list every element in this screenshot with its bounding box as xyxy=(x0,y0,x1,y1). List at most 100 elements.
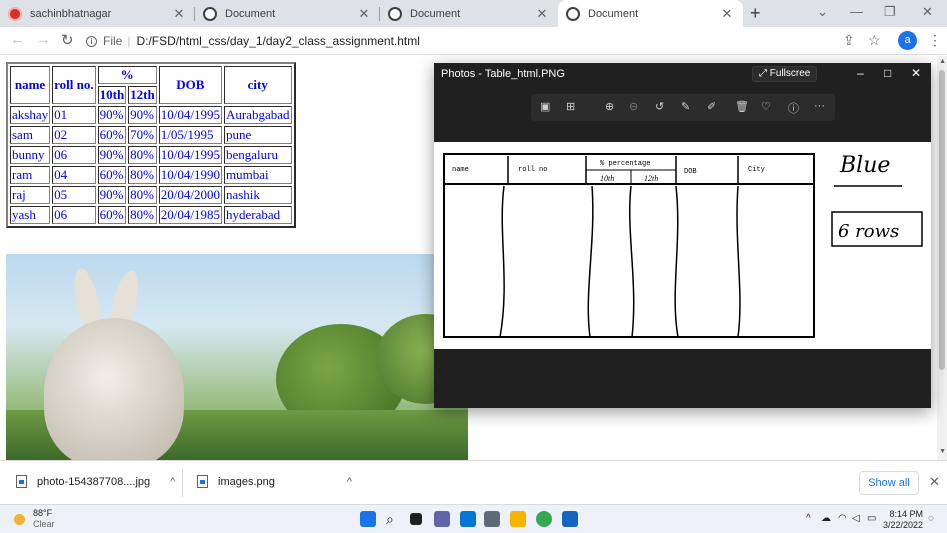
zoom-out-icon[interactable]: ⊖ xyxy=(629,100,638,113)
photos-app-icon[interactable] xyxy=(562,511,578,527)
zoom-in-icon[interactable]: ⊕ xyxy=(605,100,614,113)
scroll-up-icon[interactable]: ▲ xyxy=(939,58,946,65)
restore-icon[interactable]: ❐ xyxy=(884,4,896,20)
chrome-icon[interactable] xyxy=(536,511,552,527)
cell-name: bunny xyxy=(10,146,51,164)
table-row: yash 06 60% 80% 20/04/1985 hyderabad xyxy=(10,206,292,224)
cell-12th: 80% xyxy=(128,186,157,204)
close-icon[interactable]: ✕ xyxy=(356,6,372,22)
compare-icon[interactable]: ⊞ xyxy=(566,100,575,113)
cell-name: akshay xyxy=(10,106,51,124)
weather-moon-icon[interactable] xyxy=(14,514,25,525)
tab-document-2[interactable]: Document ✕ xyxy=(380,0,558,27)
cell-10th: 90% xyxy=(97,186,127,204)
tab-title: Document xyxy=(588,7,639,20)
address-bar[interactable]: i File | D:/FSD/html_css/day_1/day2_clas… xyxy=(86,30,886,52)
tab-search-icon[interactable]: ⌄ xyxy=(817,4,828,20)
cloud-icon[interactable]: ☁ xyxy=(821,513,831,524)
windows-taskbar: 88°F Clear ⌕ ^ ☁ ◠ ◁ ▭ 8:14 PM 3/22/2022… xyxy=(0,504,947,533)
header-12th: 12th xyxy=(128,86,157,104)
scrollbar-thumb[interactable] xyxy=(939,70,945,370)
globe-icon xyxy=(203,6,217,21)
tab-document-active[interactable]: Document ✕ xyxy=(558,0,743,27)
page-scrollbar[interactable]: ▲ ▼ xyxy=(937,56,947,460)
chat-icon[interactable] xyxy=(434,511,450,527)
weather-temperature[interactable]: 88°F xyxy=(33,508,52,518)
bookmark-star-icon[interactable]: ☆ xyxy=(868,32,881,49)
tab-title: Document xyxy=(410,7,461,20)
close-icon[interactable]: ✕ xyxy=(929,474,940,490)
download-item[interactable]: images.png ^ xyxy=(197,475,352,488)
wifi-icon[interactable]: ◠ xyxy=(838,513,847,524)
profile-avatar[interactable]: a xyxy=(898,31,917,50)
new-tab-icon[interactable]: + xyxy=(750,3,761,24)
cell-dob: 10/04/1990 xyxy=(158,166,222,184)
browser-toolbar: ← → ↻ i File | D:/FSD/html_css/day_1/day… xyxy=(0,27,947,55)
menu-kebab-icon[interactable]: ⋮ xyxy=(928,32,942,49)
info-icon[interactable]: i xyxy=(86,35,97,47)
more-options-icon[interactable]: ··· xyxy=(814,100,825,112)
tab-document-1[interactable]: Document ✕ xyxy=(195,0,380,27)
table-row: sam 02 60% 70% 1/05/1995 pune xyxy=(10,126,292,144)
show-all-button[interactable]: Show all xyxy=(859,471,919,495)
header-percent: % xyxy=(97,66,157,84)
cell-name: ram xyxy=(10,166,51,184)
volume-icon[interactable]: ◁ xyxy=(852,513,860,524)
cell-roll: 06 xyxy=(52,206,96,224)
bunny-image xyxy=(6,254,468,460)
file-explorer-icon[interactable] xyxy=(510,511,526,527)
globe-icon xyxy=(566,6,580,21)
calculator-icon[interactable] xyxy=(484,511,500,527)
table-row: akshay 01 90% 90% 10/04/1995 Aurabgabad xyxy=(10,106,292,124)
cell-roll: 06 xyxy=(52,146,96,164)
close-icon[interactable]: ✕ xyxy=(171,6,187,22)
student-table: name roll no. % DOB city 10th 12th aksha… xyxy=(6,62,296,228)
sketch-label-name: name xyxy=(452,166,469,174)
forward-icon[interactable]: → xyxy=(36,31,51,48)
clock-date[interactable]: 3/22/2022 xyxy=(871,520,923,530)
url-scheme: File xyxy=(103,34,123,48)
table-row: raj 05 90% 80% 20/04/2000 nashik xyxy=(10,186,292,204)
close-icon[interactable]: ✕ xyxy=(911,66,921,80)
fullscreen-button[interactable]: ⤢ Fullscree xyxy=(752,66,818,82)
maximize-icon[interactable]: □ xyxy=(884,66,891,80)
close-icon[interactable]: ✕ xyxy=(534,6,550,22)
minimize-icon[interactable]: – xyxy=(857,66,864,80)
minimize-icon[interactable]: — xyxy=(850,4,863,19)
photo-icon[interactable]: ▣ xyxy=(540,100,550,113)
tab-sachinbhatnagar[interactable]: sachinbhatnagar ✕ xyxy=(0,0,195,27)
header-roll: roll no. xyxy=(52,66,96,104)
start-icon[interactable] xyxy=(360,511,376,527)
scroll-down-icon[interactable]: ▼ xyxy=(939,448,946,455)
clock-time[interactable]: 8:14 PM xyxy=(885,509,923,519)
edit-image-icon[interactable]: ✎ xyxy=(681,100,690,113)
cell-10th: 60% xyxy=(97,206,127,224)
reload-icon[interactable]: ↻ xyxy=(61,31,74,49)
cell-roll: 02 xyxy=(52,126,96,144)
sketch-body-line xyxy=(587,185,594,338)
sketch-table-border xyxy=(443,153,815,338)
header-city: city xyxy=(223,66,292,104)
favorite-heart-icon[interactable]: ♡ xyxy=(761,100,771,113)
cell-12th: 80% xyxy=(128,146,157,164)
back-icon[interactable]: ← xyxy=(10,31,25,48)
draw-icon[interactable]: ✐ xyxy=(707,100,716,113)
mail-icon[interactable] xyxy=(460,511,476,527)
cell-city: pune xyxy=(223,126,292,144)
download-item[interactable]: photo-154387708....jpg ^ xyxy=(16,475,175,488)
table-header-row: name roll no. % DOB city xyxy=(10,66,292,104)
tray-chevron-icon[interactable]: ^ xyxy=(806,513,811,524)
close-icon[interactable]: ✕ xyxy=(719,6,735,22)
chevron-up-icon[interactable]: ^ xyxy=(347,476,352,488)
rotate-icon[interactable]: ↺ xyxy=(655,100,664,113)
weather-condition[interactable]: Clear xyxy=(33,519,55,529)
share-icon[interactable]: ⇪ xyxy=(843,32,855,49)
notification-icon[interactable]: ◌ xyxy=(928,513,934,524)
delete-icon[interactable]: 🗑 xyxy=(735,100,749,113)
search-icon[interactable]: ⌕ xyxy=(386,511,402,527)
task-view-icon[interactable] xyxy=(410,513,422,525)
close-window-icon[interactable]: ✕ xyxy=(922,4,933,20)
chevron-up-icon[interactable]: ^ xyxy=(170,476,175,488)
info-icon[interactable]: ⓘ xyxy=(788,100,799,116)
cell-roll: 04 xyxy=(52,166,96,184)
